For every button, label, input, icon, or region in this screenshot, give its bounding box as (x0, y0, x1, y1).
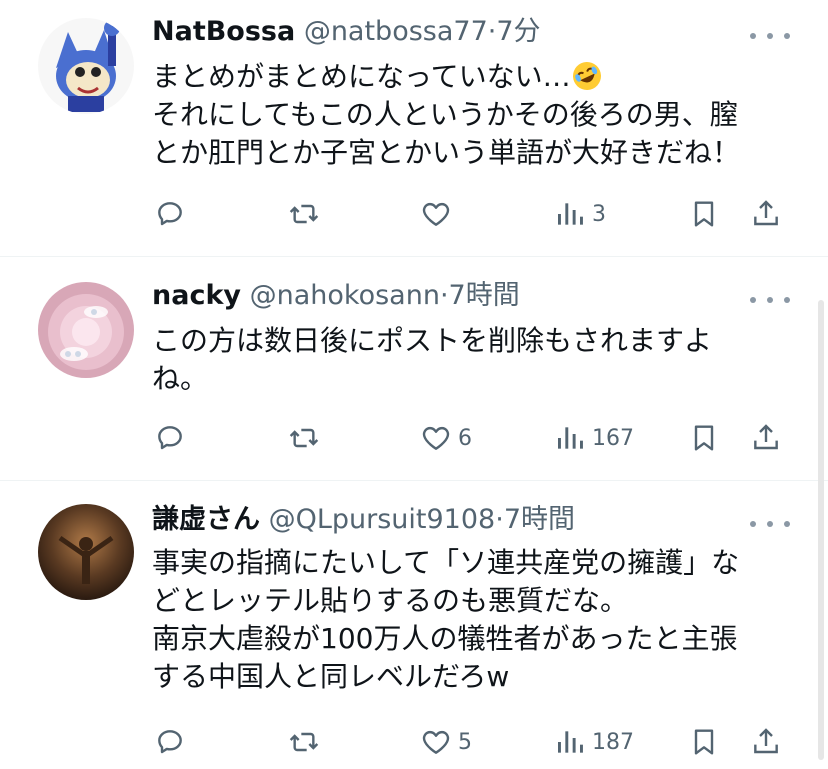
user-handle[interactable]: @QLpursuit9108 (269, 504, 496, 535)
repost-button[interactable] (288, 418, 326, 458)
more-icon[interactable] (750, 30, 790, 42)
like-icon (422, 730, 450, 754)
reply-icon (158, 202, 182, 226)
reply-button[interactable] (154, 418, 192, 458)
post-divider (0, 480, 828, 481)
scrollbar[interactable] (818, 300, 824, 760)
share-icon (754, 424, 778, 450)
repost-button[interactable] (288, 194, 326, 234)
views-count: 3 (592, 201, 606, 227)
post-header: nacky @nahokosann·7時間 (152, 276, 520, 316)
share-button[interactable] (750, 418, 782, 458)
more-icon[interactable] (750, 518, 790, 530)
display-name[interactable]: 謙虚さん (152, 504, 260, 535)
repost-button[interactable] (288, 722, 326, 762)
post-text: 事実の指摘にたいして「ソ連共産党の擁護」な どとレッテル貼りするのも悪質だな。 … (152, 544, 792, 696)
more-icon[interactable] (750, 294, 790, 306)
post-divider (0, 256, 828, 257)
action-bar: 6 167 (0, 418, 828, 458)
avatar[interactable] (38, 18, 134, 114)
post-kenkyosan[interactable]: 謙虚さん @QLpursuit9108·7時間 事実の指摘にたいして「ソ連共産党… (0, 500, 828, 769)
reply-button[interactable] (154, 722, 192, 762)
post-text: まとめがまとめになっていない… それにしてもこの人というかその後ろの男、膣 とか… (152, 58, 792, 172)
share-icon (754, 200, 778, 226)
like-icon (422, 202, 450, 226)
bookmark-button[interactable] (688, 194, 720, 234)
bookmark-icon (694, 201, 714, 227)
post-line: 事実の指摘にたいして「ソ連共産党の擁護」な (152, 546, 740, 579)
like-count: 6 (458, 425, 472, 451)
post-line: どとレッテル貼りするのも悪質だな。 (152, 584, 629, 617)
post-nacky[interactable]: nacky @nahokosann·7時間 この方は数日後にポストを削除もされま… (0, 276, 828, 466)
post-line: まとめがまとめになっていない… (152, 60, 571, 93)
views-icon (558, 203, 583, 225)
rolling-on-floor-laughing-emoji-icon (571, 60, 603, 92)
action-bar: 3 (0, 194, 828, 234)
post-header: 謙虚さん @QLpursuit9108·7時間 (152, 500, 575, 540)
avatar[interactable] (38, 504, 134, 600)
views-button[interactable]: 167 (554, 418, 634, 458)
share-icon (754, 728, 778, 754)
separator-dot: · (439, 280, 449, 311)
post-line: それにしてもこの人というかその後ろの男、膣 (152, 98, 738, 131)
post-text: この方は数日後にポストを削除もされますよ ね。 (152, 322, 792, 398)
post-line: 南京大虐殺が100万人の犠牲者があったと主張 (152, 622, 738, 655)
like-button[interactable]: 5 (420, 722, 472, 762)
reply-button[interactable] (154, 194, 192, 234)
post-time[interactable]: 7時間 (504, 504, 575, 535)
share-button[interactable] (750, 194, 782, 234)
post-line: ね。 (152, 362, 209, 395)
repost-icon (289, 732, 319, 752)
bookmark-icon (694, 729, 714, 755)
views-icon (558, 731, 583, 753)
reply-icon (158, 426, 182, 450)
post-line: とか肛門とか子宮とかいう単語が大好きだね！ (152, 136, 741, 169)
user-handle[interactable]: @nahokosann (250, 280, 440, 311)
separator-dot: · (495, 504, 504, 535)
like-button[interactable] (420, 194, 458, 234)
views-button[interactable]: 187 (554, 722, 634, 762)
bookmark-icon (694, 425, 714, 451)
post-natbossa[interactable]: NatBossa @natbossa77·7分 まとめがまとめになっていない… … (0, 12, 828, 242)
views-icon (558, 427, 583, 449)
share-button[interactable] (750, 722, 782, 762)
display-name[interactable]: NatBossa (152, 16, 295, 47)
post-time[interactable]: 7分 (496, 16, 540, 47)
bookmark-button[interactable] (688, 418, 720, 458)
post-time[interactable]: 7時間 (449, 280, 520, 311)
post-header: NatBossa @natbossa77·7分 (152, 12, 541, 52)
repost-icon (289, 204, 319, 224)
like-icon (422, 426, 450, 450)
repost-icon (289, 428, 319, 448)
views-count: 187 (592, 729, 634, 755)
post-line: する中国人と同レベルだろw (152, 660, 510, 693)
user-handle[interactable]: @natbossa77 (304, 16, 488, 47)
views-button[interactable]: 3 (554, 194, 606, 234)
display-name[interactable]: nacky (152, 280, 241, 311)
like-button[interactable]: 6 (420, 418, 472, 458)
avatar[interactable] (38, 282, 134, 378)
like-count: 5 (458, 729, 472, 755)
views-count: 167 (592, 425, 634, 451)
post-line: この方は数日後にポストを削除もされますよ (152, 324, 713, 357)
action-bar: 5 187 (0, 722, 828, 762)
reply-icon (158, 730, 182, 754)
bookmark-button[interactable] (688, 722, 720, 762)
